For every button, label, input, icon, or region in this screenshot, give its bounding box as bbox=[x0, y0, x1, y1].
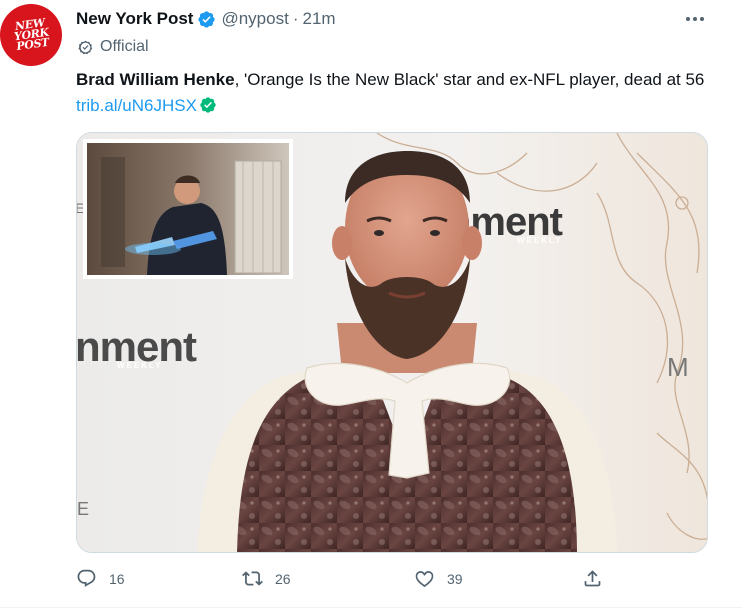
reply-icon bbox=[77, 569, 96, 587]
tweet-body: , 'Orange Is the New Black' star and ex-… bbox=[234, 70, 705, 89]
backdrop-letter-e2: E bbox=[77, 499, 89, 519]
official-label: Official bbox=[77, 38, 149, 56]
tweet-bold-name: Brad William Henke bbox=[76, 70, 235, 89]
inset-photo bbox=[83, 139, 293, 279]
heart-icon bbox=[415, 571, 434, 588]
backdrop-logo-small-2: WEEKLY bbox=[117, 361, 163, 370]
handle[interactable]: @nypost bbox=[221, 9, 288, 29]
tweet[interactable]: NEW YORK POST New York Post @nypost · 21… bbox=[0, 0, 742, 608]
verified-badge-icon[interactable] bbox=[197, 10, 216, 29]
share-icon bbox=[584, 570, 601, 587]
reply-button[interactable]: 16 bbox=[76, 568, 125, 589]
separator-dot: · bbox=[292, 9, 299, 28]
tweet-header: New York Post @nypost · 21m bbox=[76, 8, 336, 30]
avatar[interactable]: NEW YORK POST bbox=[0, 4, 62, 66]
official-label-icon bbox=[78, 40, 93, 54]
new-york-post-logo: NEW YORK POST bbox=[12, 16, 50, 54]
timestamp[interactable]: 21m bbox=[303, 9, 336, 29]
like-button[interactable]: 39 bbox=[414, 568, 463, 589]
share-button[interactable] bbox=[582, 568, 615, 589]
photo-illustration: nment WEEKLY nment WEEKLY E E M bbox=[77, 133, 707, 552]
tweet-photo[interactable]: nment WEEKLY nment WEEKLY E E M bbox=[76, 132, 708, 553]
official-text: Official bbox=[100, 38, 149, 55]
reply-count: 16 bbox=[109, 570, 125, 587]
display-name[interactable]: New York Post bbox=[76, 9, 193, 29]
like-count: 39 bbox=[447, 570, 463, 587]
more-icon[interactable] bbox=[680, 8, 710, 30]
tweet-text: Brad William Henke, 'Orange Is the New B… bbox=[76, 67, 716, 119]
retweet-icon bbox=[242, 571, 263, 586]
backdrop-letter-m: M bbox=[667, 352, 689, 382]
tweet-actions: 16 26 39 bbox=[76, 568, 616, 594]
retweet-button[interactable]: 26 bbox=[242, 568, 291, 589]
backdrop-logo-small-1: WEEKLY bbox=[517, 236, 563, 245]
link-verified-icon bbox=[200, 97, 216, 113]
retweet-count: 26 bbox=[275, 570, 291, 587]
tweet-link[interactable]: trib.al/uN6JHSX bbox=[76, 96, 197, 115]
